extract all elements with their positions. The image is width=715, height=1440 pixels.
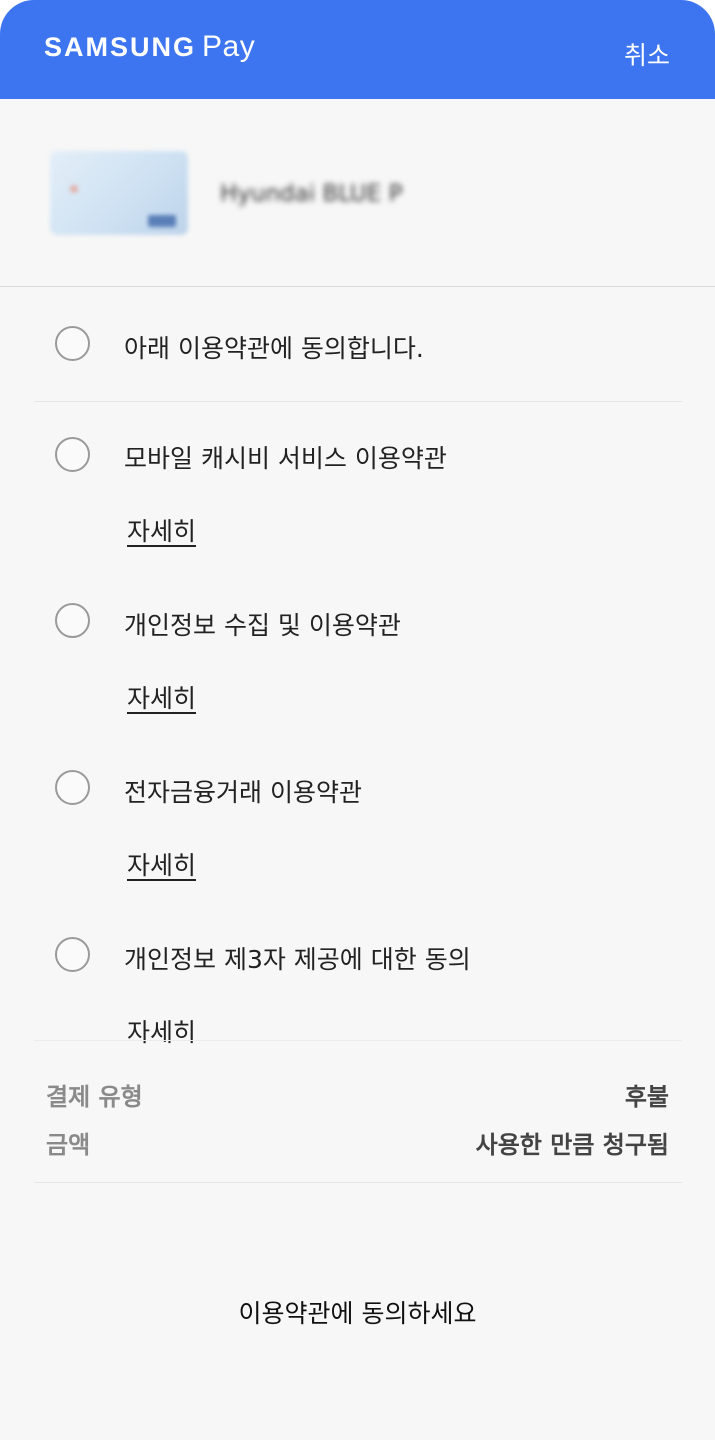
term-label: 개인정보 수집 및 이용약관 bbox=[124, 611, 401, 640]
divider bbox=[34, 1040, 682, 1041]
divider bbox=[34, 401, 682, 402]
payment-type-label: 결제 유형 bbox=[46, 1083, 143, 1111]
amount-value: 사용한 만큼 청구됨 bbox=[475, 1131, 669, 1159]
term-detail-link[interactable]: 자세히 bbox=[127, 1013, 196, 1049]
divider bbox=[34, 1182, 682, 1183]
term-radio[interactable] bbox=[55, 603, 90, 638]
term-label: 전자금융거래 이용약관 bbox=[124, 778, 362, 807]
agree-terms-prompt: 이용약관에 동의하세요 bbox=[238, 1299, 477, 1328]
logo-brand: SAMSUNG bbox=[44, 32, 197, 62]
agree-all-label: 아래 이용약관에 동의합니다. bbox=[124, 334, 424, 363]
term-radio[interactable] bbox=[55, 770, 90, 805]
term-radio[interactable] bbox=[55, 937, 90, 972]
samsung-pay-logo: SAMSUNG Pay bbox=[44, 30, 255, 64]
term-label: 모바일 캐시비 서비스 이용약관 bbox=[124, 444, 447, 473]
agree-all-radio[interactable] bbox=[55, 326, 90, 361]
header-bar: SAMSUNG Pay 취소 bbox=[0, 0, 715, 99]
term-label: 개인정보 제3자 제공에 대한 동의 bbox=[124, 945, 471, 974]
card-name: Hyundai BLUE P bbox=[220, 181, 403, 207]
payment-type-value: 후불 bbox=[624, 1083, 669, 1111]
amount-label: 금액 bbox=[46, 1131, 91, 1159]
divider bbox=[0, 286, 715, 287]
payment-sheet: SAMSUNG Pay 취소 Hyundai BLUE P 아래 이용약관에 동의… bbox=[0, 0, 715, 1440]
term-detail-link[interactable]: 자세히 bbox=[127, 512, 196, 548]
selected-card: Hyundai BLUE P bbox=[0, 99, 715, 287]
cancel-button[interactable]: 취소 bbox=[624, 36, 670, 72]
term-detail-link[interactable]: 자세히 bbox=[127, 846, 196, 882]
term-radio[interactable] bbox=[55, 437, 90, 472]
term-detail-link[interactable]: 자세히 bbox=[127, 679, 196, 715]
card-image bbox=[50, 151, 188, 235]
logo-product: Pay bbox=[202, 30, 256, 63]
